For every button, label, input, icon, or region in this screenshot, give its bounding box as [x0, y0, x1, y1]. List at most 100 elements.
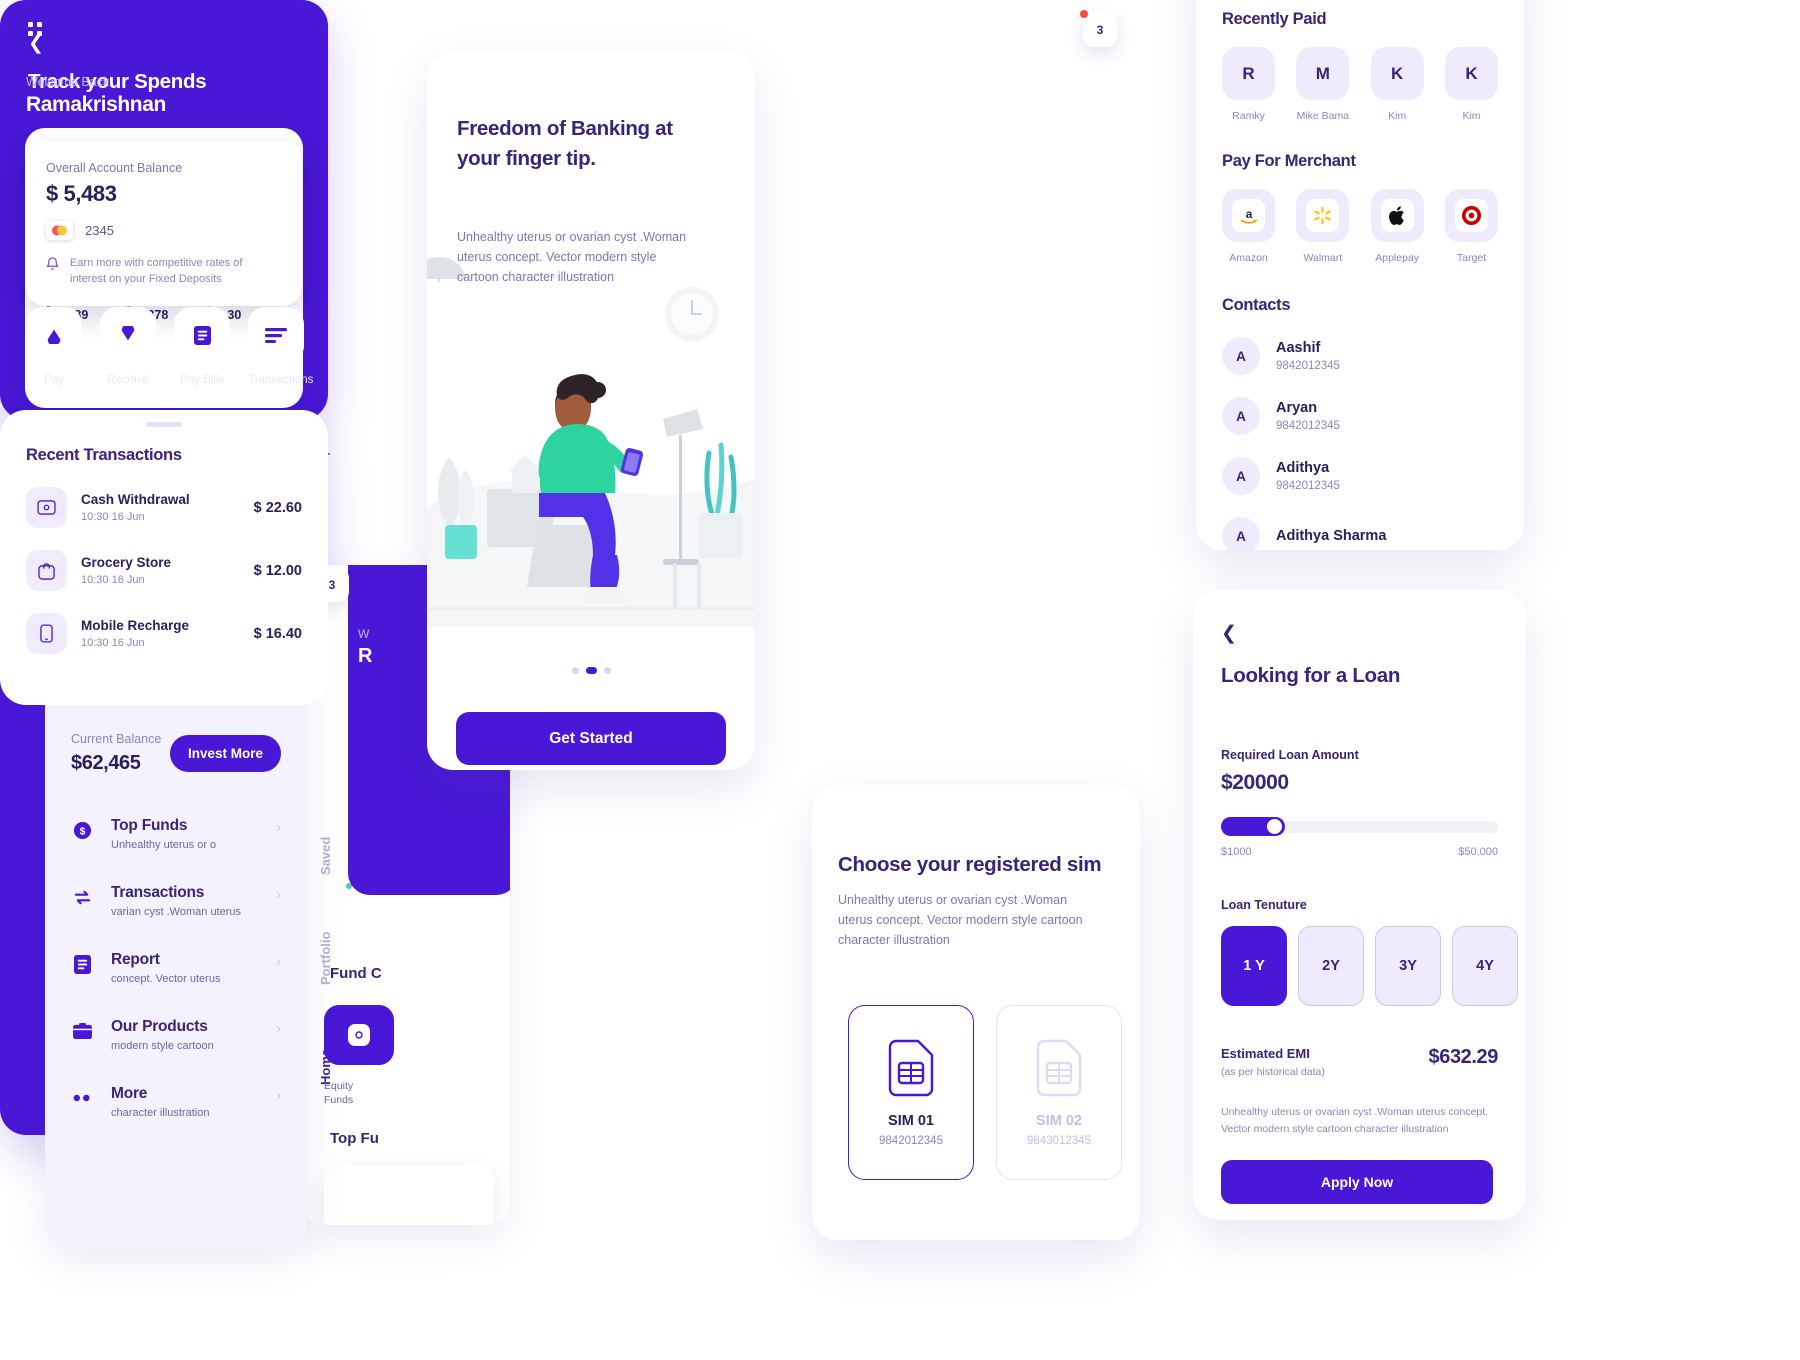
sidebar-item-label: Our Products [111, 1018, 208, 1035]
recently-paid-title: Recently Paid [1222, 10, 1327, 28]
merchant-tile: a [1222, 189, 1275, 242]
contact-avatar: A [1222, 517, 1260, 550]
apply-now-button[interactable]: Apply Now [1221, 1159, 1493, 1204]
merchant-title: Pay For Merchant [1222, 152, 1356, 170]
contacts-screen: Recently Paid R Ramky M Mike Bama K Kim … [1196, 0, 1524, 550]
walmart-icon [1306, 199, 1340, 232]
sidebar-item-transactions[interactable]: Transactions varian cyst .Woman uterus › [71, 884, 281, 918]
tenure-option-3y[interactable]: 3Y [1375, 926, 1441, 1006]
notification-count: 3 [328, 578, 336, 592]
amazon-icon: a [1232, 199, 1265, 232]
notification-badge-home[interactable]: 3 [1080, 10, 1117, 47]
merchant-applepay[interactable]: Applepay [1370, 189, 1424, 264]
slider-range: $1000 $50.000 [1221, 846, 1498, 858]
transaction-row[interactable]: Cash Withdrawal 10:30 16 Jun $ 22.60 [26, 487, 302, 528]
carousel-dot-active[interactable] [585, 667, 597, 674]
onboarding-description: Unhealthy uterus or ovarian cyst .Woman … [457, 230, 687, 284]
payee-initial: K [1444, 47, 1498, 100]
carousel-dot[interactable] [571, 667, 579, 674]
carousel-dots [427, 667, 755, 674]
loan-note: Unhealthy uterus or ovarian cyst .Woman … [1221, 1106, 1489, 1135]
sidebar-item-label: Transactions [111, 884, 205, 901]
payee-name: Kim [1462, 110, 1481, 122]
payee-name: Kim [1388, 110, 1407, 122]
loan-title: Looking for a Loan [1221, 664, 1401, 687]
sim-option-2[interactable]: SIM 02 9843012345 [996, 1005, 1122, 1180]
contact-row[interactable]: A Adithya 9842012345 [1222, 457, 1498, 495]
back-button[interactable]: ❮ [1221, 622, 1237, 645]
merchant-walmart[interactable]: Walmart [1296, 189, 1350, 264]
sim-number: 9843012345 [1027, 1134, 1091, 1147]
mobile-icon [26, 613, 67, 654]
sidebar-item-report[interactable]: Report concept. Vector uterus › [71, 951, 281, 985]
balance-label: Current Balance [71, 732, 162, 746]
contact-row[interactable]: A Adithya Sharma [1222, 517, 1498, 550]
sim-title: Choose your registered sim [838, 853, 1102, 876]
recent-payee[interactable]: M Mike Bama [1296, 47, 1350, 122]
merchant-name: Applepay [1375, 252, 1420, 264]
menu-text: Transactions varian cyst .Woman uterus [111, 884, 258, 918]
payee-name: Ramky [1232, 110, 1265, 122]
recent-payee[interactable]: K Kim [1444, 47, 1498, 122]
peek-section-funds: Fund C [330, 965, 382, 982]
emi-label: Estimated EMI [1221, 1046, 1310, 1061]
contact-info: Adithya 9842012345 [1276, 460, 1340, 492]
peek-fund-row[interactable] [324, 1165, 494, 1225]
emi-labels: Estimated EMI (as per historical data) [1221, 1046, 1325, 1078]
sim-name: SIM 01 [888, 1112, 934, 1129]
sidebar-item-top-funds[interactable]: $ Top Funds Unhealthy uterus or o › [71, 817, 281, 851]
merchant-amazon[interactable]: a Amazon [1222, 189, 1275, 264]
contact-row[interactable]: A Aryan 9842012345 [1222, 397, 1498, 435]
badge-dot-icon [1080, 10, 1088, 18]
transaction-name: Mobile Recharge [81, 618, 190, 633]
invest-more-button[interactable]: Invest More [169, 735, 281, 772]
transaction-time: 10:30 16 Jun [81, 511, 145, 523]
bag-icon [26, 550, 67, 591]
get-started-button[interactable]: Get Started [456, 712, 726, 765]
drag-handle[interactable] [146, 422, 182, 427]
target-icon [1454, 199, 1488, 232]
transaction-info: Grocery Store 10:30 16 Jun [81, 555, 254, 586]
sidebar-item-label: Report [111, 951, 160, 968]
transaction-row[interactable]: Mobile Recharge 10:30 16 Jun $ 16.40 [26, 613, 302, 654]
sidebar-item-sub: modern style cartoon [111, 1040, 214, 1052]
peek-welcome-top: W [358, 627, 370, 641]
balance-row: Current Balance $62,465 Invest More [45, 732, 307, 775]
contact-row[interactable]: A Aashif 9842012345 [1222, 337, 1498, 375]
recent-transactions-title: Recent Transactions [26, 446, 182, 464]
recent-transactions-panel: Recent Transactions Cash Withdrawal 10:3… [0, 410, 328, 705]
peek-equity-label: Equity Funds [324, 1080, 354, 1106]
chevron-right-icon: › [276, 1020, 281, 1037]
vtab-saved[interactable]: Saved [318, 837, 333, 875]
slider-knob[interactable] [1267, 819, 1282, 834]
sidebar-item-more[interactable]: More character illustration › [71, 1085, 281, 1119]
loan-amount-slider[interactable] [1221, 817, 1498, 836]
payee-initial: K [1370, 47, 1424, 100]
transaction-time: 10:30 16 Jun [81, 574, 145, 586]
contact-name: Aryan [1276, 400, 1318, 416]
sim-number: 9842012345 [879, 1134, 943, 1147]
payee-name: Mike Bama [1296, 110, 1350, 122]
tenure-option-2y[interactable]: 2Y [1298, 926, 1364, 1006]
tenure-option-4y[interactable]: 4Y [1452, 926, 1518, 1006]
sim-option-1[interactable]: SIM 01 9842012345 [848, 1005, 974, 1180]
transaction-row[interactable]: Grocery Store 10:30 16 Jun $ 12.00 [26, 550, 302, 591]
balance-block: Current Balance $62,465 [71, 732, 161, 775]
transaction-name: Grocery Store [81, 555, 172, 570]
svg-text:$: $ [79, 826, 85, 837]
recent-payee[interactable]: K Kim [1370, 47, 1424, 122]
chevron-right-icon: › [276, 819, 281, 836]
peek-fund-tile[interactable] [324, 1005, 394, 1065]
sidebar-item-our-products[interactable]: Our Products modern style cartoon › [71, 1018, 281, 1052]
recent-payee[interactable]: R Ramky [1222, 47, 1275, 122]
onboarding-screen: Freedom of Banking at your finger tip. U… [427, 52, 755, 770]
menu-text: Our Products modern style cartoon [111, 1018, 258, 1052]
merchant-target[interactable]: Target [1444, 189, 1498, 264]
sim-card-icon [1036, 1039, 1082, 1096]
menu-text: Top Funds Unhealthy uterus or o [111, 817, 258, 851]
carousel-dot[interactable] [603, 667, 611, 674]
chevron-right-icon: › [276, 886, 281, 903]
loan-body: Required Loan Amount $20000 $1000 $50.00… [1221, 748, 1518, 1204]
tenure-option-1y[interactable]: 1 Y [1221, 926, 1287, 1006]
report-icon [71, 953, 93, 975]
